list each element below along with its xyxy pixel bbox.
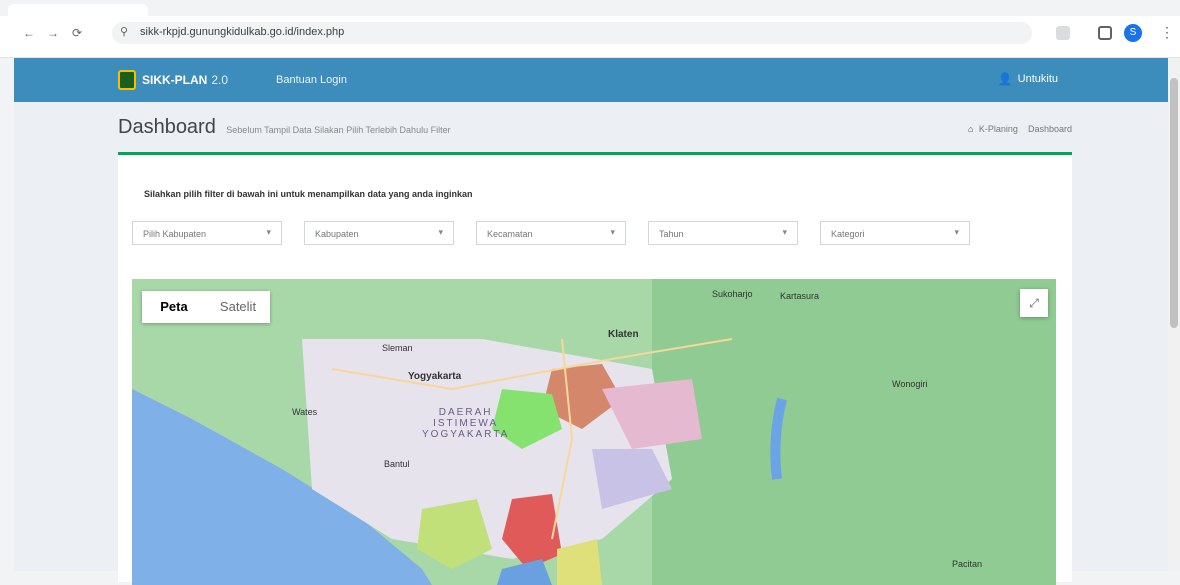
user-menu[interactable]: 👤 Untukitu xyxy=(998,72,1058,86)
app-header: SIKK-PLAN 2.0 Bantuan Login 👤 Untukitu xyxy=(14,58,1168,102)
brand-version: 2.0 xyxy=(211,73,229,87)
back-icon[interactable]: ← xyxy=(22,26,36,40)
select-value: Pilih Kabupaten xyxy=(143,229,207,239)
user-label: Untukitu xyxy=(1017,73,1058,85)
address-bar[interactable]: ⚲ sikk-rkpjd.gunungkidulkab.go.id/index.… xyxy=(112,22,1032,44)
breadcrumb-item: Dashboard xyxy=(1027,124,1072,134)
page-scrollbar[interactable] xyxy=(1168,58,1180,571)
forward-icon[interactable]: → xyxy=(46,26,60,40)
fullscreen-icon[interactable]: ⤢ xyxy=(1020,289,1048,317)
place-label: Klaten xyxy=(608,329,639,340)
chevron-down-icon: ▾ xyxy=(782,227,787,237)
chevron-down-icon: ▾ xyxy=(438,227,443,237)
page-title: Dashboard xyxy=(118,116,216,138)
place-label: Yogyakarta xyxy=(408,371,462,382)
filter-select-provinsi[interactable]: Pilih Kabupaten ▾ xyxy=(132,221,282,245)
brand-logo xyxy=(118,70,136,90)
select-value: Kategori xyxy=(831,229,865,239)
place-label: Wates xyxy=(292,407,318,417)
map-type-control: Peta Satelit xyxy=(142,291,270,323)
place-label: Kartasura xyxy=(780,291,820,301)
place-label: Bantul xyxy=(384,459,410,469)
place-label: Sleman xyxy=(382,343,413,353)
reload-icon[interactable]: ⟳ xyxy=(70,26,84,40)
user-icon: 👤 xyxy=(997,72,1013,86)
select-value: Kecamatan xyxy=(487,229,533,239)
place-label: Pacitan xyxy=(952,559,983,569)
sidebar-icon[interactable] xyxy=(1098,26,1112,40)
breadcrumb-item[interactable]: K-Planing xyxy=(979,124,1018,134)
scrollbar-thumb[interactable] xyxy=(1170,78,1178,328)
brand[interactable]: SIKK-PLAN 2.0 xyxy=(118,70,228,90)
map-type-peta[interactable]: Peta xyxy=(142,291,206,323)
filter-box: Silahkan pilih filter di bawah ini untuk… xyxy=(118,152,1072,585)
select-value: Kabupaten xyxy=(315,229,359,239)
brand-name: SIKK-PLAN xyxy=(142,73,208,87)
map-view[interactable]: Peta Satelit ⤢ DAERAH ISTIMEWA YOGYAKART… xyxy=(132,279,1056,585)
chevron-down-icon: ▾ xyxy=(266,227,271,237)
profile-avatar[interactable]: S xyxy=(1124,24,1142,42)
url-text[interactable]: sikk-rkpjd.gunungkidulkab.go.id/index.ph… xyxy=(140,26,344,38)
home-icon: ⌂ xyxy=(967,124,974,134)
breadcrumb: ⌂ K-Planing Dashboard xyxy=(968,124,1072,134)
browser-tab[interactable] xyxy=(8,4,148,16)
filter-select-tahun[interactable]: Tahun ▾ xyxy=(648,221,798,245)
browser-toolbar: ← → ⟳ ⚲ sikk-rkpjd.gunungkidulkab.go.id/… xyxy=(0,0,1180,58)
place-label: Wonogiri xyxy=(892,379,928,389)
page-subtitle: Sebelum Tampil Data Silakan Pilih Terleb… xyxy=(226,125,451,135)
content-area: Dashboard Sebelum Tampil Data Silakan Pi… xyxy=(14,102,1168,585)
tab-strip xyxy=(0,0,1180,16)
chevron-down-icon: ▾ xyxy=(610,227,615,237)
page-header: Dashboard Sebelum Tampil Data Silakan Pi… xyxy=(118,116,1072,146)
map-type-satelit[interactable]: Satelit xyxy=(206,291,270,323)
browser-menu-icon[interactable]: ⋮ xyxy=(1160,24,1174,41)
nav-link[interactable]: Bantuan Login xyxy=(276,74,347,86)
filter-row: Pilih Kabupaten ▾ Kabupaten ▾ Kecamatan … xyxy=(132,221,1032,245)
filter-select-kategori[interactable]: Kategori ▾ xyxy=(820,221,970,245)
filter-select-kecamatan[interactable]: Kecamatan ▾ xyxy=(476,221,626,245)
region-label: DAERAH ISTIMEWA YOGYAKARTA xyxy=(422,407,510,440)
site-info-icon[interactable]: ⚲ xyxy=(120,25,128,38)
select-value: Tahun xyxy=(659,229,684,239)
map-canvas[interactable] xyxy=(132,279,1056,585)
filter-instruction: Silahkan pilih filter di bawah ini untuk… xyxy=(144,189,473,199)
filter-select-kabupaten[interactable]: Kabupaten ▾ xyxy=(304,221,454,245)
place-label: Sukoharjo xyxy=(712,289,753,299)
chevron-down-icon: ▾ xyxy=(954,227,959,237)
extension-icon[interactable] xyxy=(1056,26,1070,40)
land-area-east xyxy=(652,279,1056,585)
